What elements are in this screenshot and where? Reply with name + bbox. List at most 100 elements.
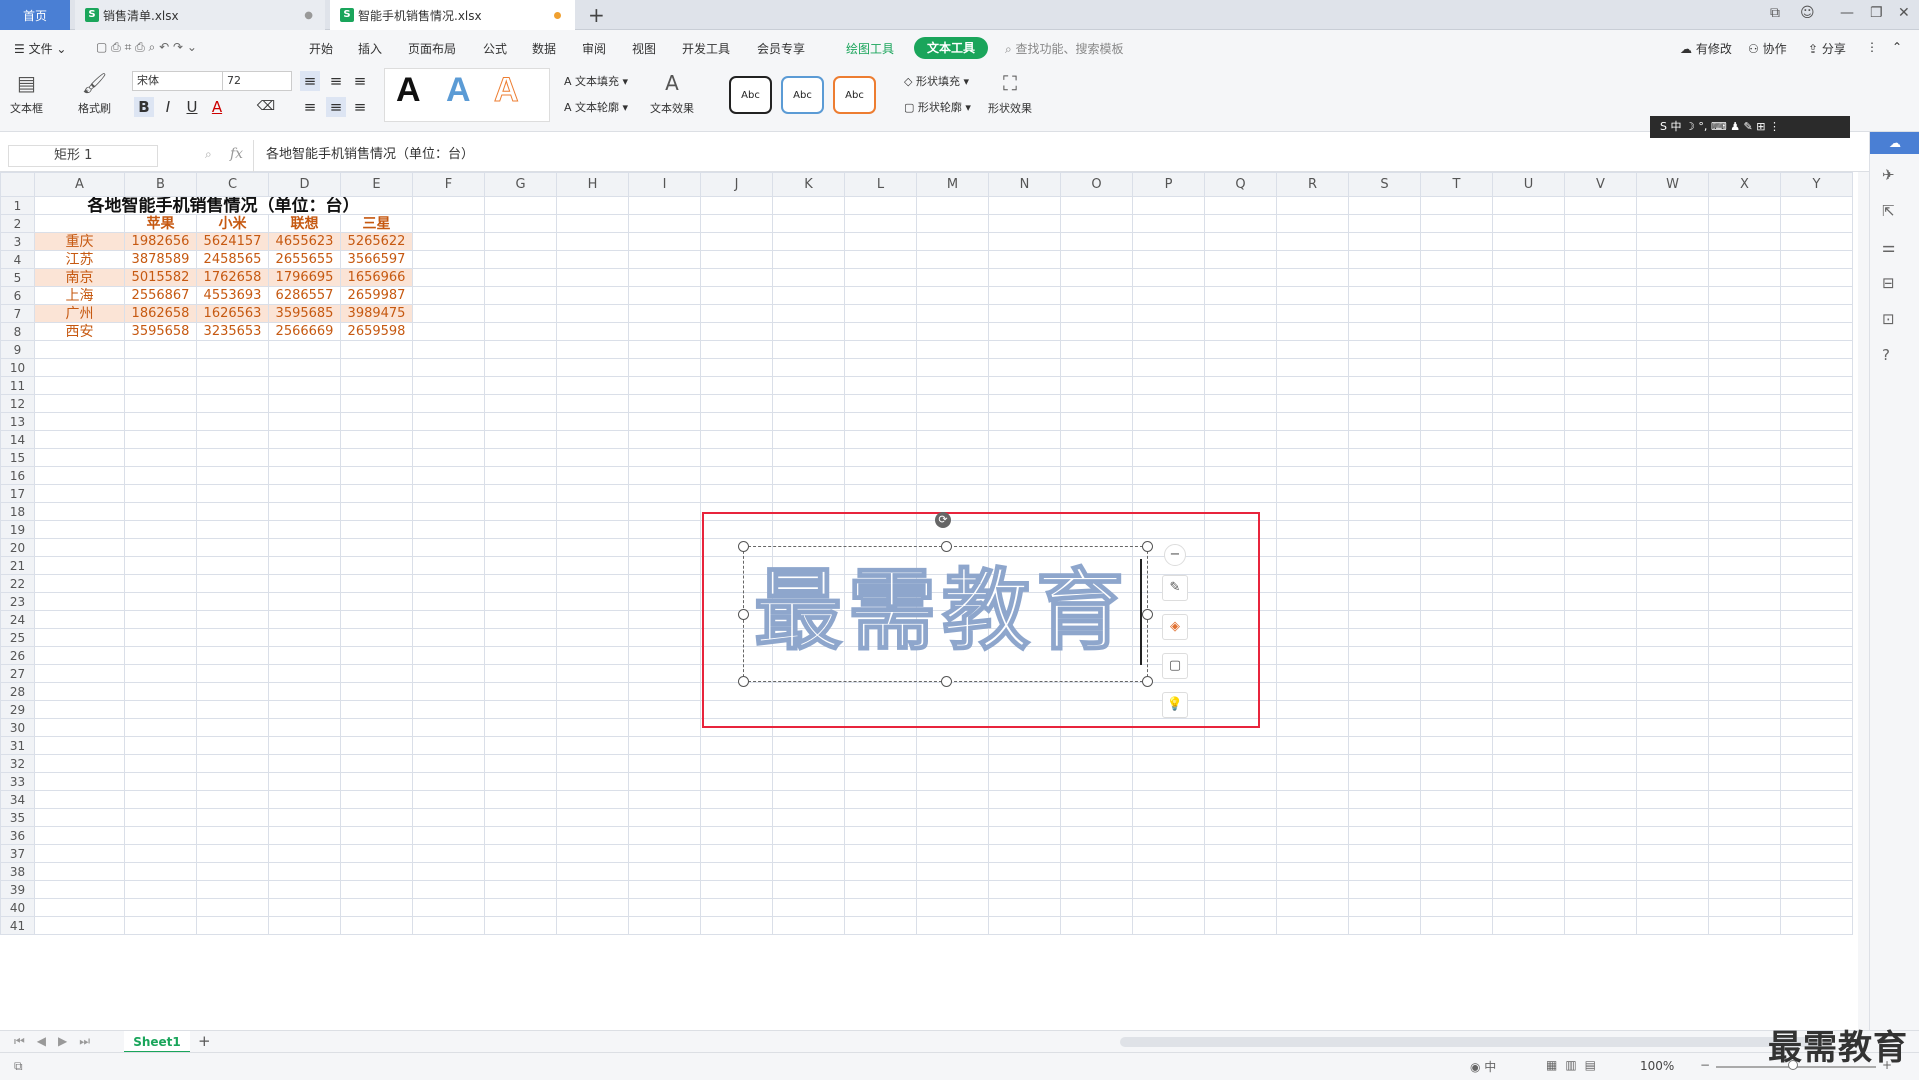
sales-value-cell[interactable]: 1862658 xyxy=(124,304,197,323)
share-button[interactable]: ⇪ 分享 xyxy=(1808,40,1846,57)
cell[interactable] xyxy=(1204,826,1277,845)
cell[interactable] xyxy=(484,898,557,917)
cell[interactable] xyxy=(412,232,485,251)
cell[interactable] xyxy=(1780,520,1853,539)
cell[interactable] xyxy=(1780,502,1853,521)
cloud-icon[interactable]: ☁ xyxy=(1870,132,1919,154)
cell[interactable] xyxy=(844,358,917,377)
cell[interactable] xyxy=(268,754,341,773)
cell[interactable] xyxy=(340,718,413,737)
cell[interactable] xyxy=(124,772,197,791)
cell[interactable] xyxy=(412,304,485,323)
brand-header[interactable]: 联想 xyxy=(268,214,341,233)
cell[interactable] xyxy=(1132,862,1205,881)
cell[interactable] xyxy=(844,772,917,791)
cell[interactable] xyxy=(34,592,125,611)
cell[interactable] xyxy=(1636,592,1709,611)
cell[interactable] xyxy=(1348,862,1421,881)
cell[interactable] xyxy=(1420,646,1493,665)
column-header[interactable]: I xyxy=(628,172,701,197)
sales-value-cell[interactable]: 2556867 xyxy=(124,286,197,305)
rotate-handle-icon[interactable]: ⟳ xyxy=(935,512,951,528)
cell[interactable] xyxy=(628,394,701,413)
cell[interactable] xyxy=(484,232,557,251)
cell[interactable] xyxy=(844,268,917,287)
cell[interactable] xyxy=(1276,754,1349,773)
cell[interactable] xyxy=(34,376,125,395)
cell[interactable] xyxy=(1060,322,1133,341)
cell[interactable] xyxy=(1348,340,1421,359)
cell[interactable] xyxy=(1492,430,1565,449)
cell[interactable] xyxy=(196,826,269,845)
cell[interactable] xyxy=(628,466,701,485)
cell[interactable] xyxy=(700,304,773,323)
cell[interactable] xyxy=(700,790,773,809)
cell[interactable] xyxy=(1492,286,1565,305)
cell[interactable] xyxy=(484,844,557,863)
cell[interactable] xyxy=(1636,826,1709,845)
cell[interactable] xyxy=(484,574,557,593)
sales-value-cell[interactable]: 3878589 xyxy=(124,250,197,269)
cell[interactable] xyxy=(1636,394,1709,413)
cell[interactable] xyxy=(556,214,629,233)
cell[interactable] xyxy=(988,214,1061,233)
cell[interactable] xyxy=(484,610,557,629)
cell[interactable] xyxy=(844,898,917,917)
text-style-black[interactable]: A xyxy=(396,70,421,110)
cell[interactable] xyxy=(1492,340,1565,359)
cell[interactable] xyxy=(628,340,701,359)
cell[interactable] xyxy=(1492,790,1565,809)
cell[interactable] xyxy=(1060,394,1133,413)
cell[interactable] xyxy=(268,772,341,791)
cell[interactable] xyxy=(700,412,773,431)
cell[interactable] xyxy=(1204,304,1277,323)
cell[interactable] xyxy=(1420,538,1493,557)
cell[interactable] xyxy=(1276,790,1349,809)
cell[interactable] xyxy=(1780,196,1853,215)
cell[interactable] xyxy=(1780,376,1853,395)
row-header[interactable]: 9 xyxy=(0,340,35,359)
cell[interactable] xyxy=(484,412,557,431)
row-header[interactable]: 28 xyxy=(0,682,35,701)
cell[interactable] xyxy=(1276,214,1349,233)
zoom-level[interactable]: 100% xyxy=(1640,1059,1674,1073)
cell[interactable] xyxy=(628,682,701,701)
cell[interactable] xyxy=(1132,466,1205,485)
cell[interactable] xyxy=(844,880,917,899)
cell[interactable] xyxy=(556,394,629,413)
menu-draw-tools[interactable]: 绘图工具 xyxy=(846,40,894,57)
cell[interactable] xyxy=(772,754,845,773)
cell[interactable] xyxy=(268,340,341,359)
cell[interactable] xyxy=(1708,754,1781,773)
cell[interactable] xyxy=(1276,826,1349,845)
cell[interactable] xyxy=(628,700,701,719)
cell[interactable] xyxy=(484,286,557,305)
cell[interactable] xyxy=(1132,844,1205,863)
cell[interactable] xyxy=(628,448,701,467)
cell[interactable] xyxy=(772,862,845,881)
cell[interactable] xyxy=(268,502,341,521)
menu-member[interactable]: 会员专享 xyxy=(757,40,805,57)
align-center-icon[interactable]: ≡ xyxy=(326,97,346,117)
cell[interactable] xyxy=(1708,610,1781,629)
cell[interactable] xyxy=(34,574,125,593)
cell[interactable] xyxy=(1420,304,1493,323)
cell[interactable] xyxy=(700,880,773,899)
cell[interactable] xyxy=(1276,664,1349,683)
cell[interactable] xyxy=(1060,358,1133,377)
cell[interactable] xyxy=(340,790,413,809)
cell[interactable] xyxy=(484,340,557,359)
cell[interactable] xyxy=(1780,466,1853,485)
cell[interactable] xyxy=(1276,916,1349,935)
cell[interactable] xyxy=(1420,430,1493,449)
cell[interactable] xyxy=(1420,628,1493,647)
has-changes-button[interactable]: ☁ 有修改 xyxy=(1680,40,1732,57)
cell[interactable] xyxy=(1780,916,1853,935)
cell[interactable] xyxy=(1636,538,1709,557)
cell[interactable] xyxy=(700,250,773,269)
cell[interactable] xyxy=(1492,520,1565,539)
cell[interactable] xyxy=(196,466,269,485)
cell[interactable] xyxy=(268,466,341,485)
cell[interactable] xyxy=(1564,916,1637,935)
column-header[interactable]: L xyxy=(844,172,917,197)
